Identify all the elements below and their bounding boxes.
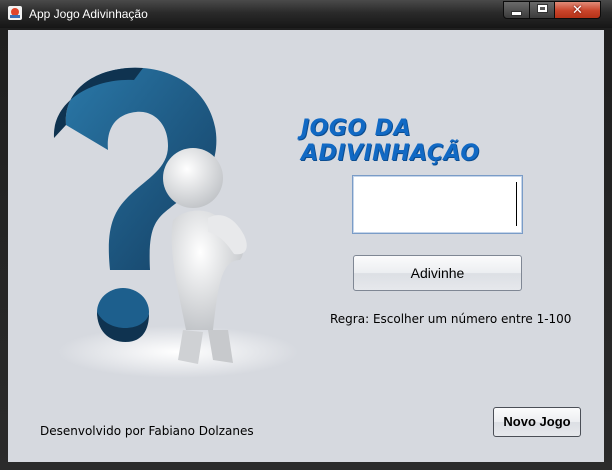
maximize-button[interactable] — [529, 1, 555, 19]
client-area: JOGO DA ADIVINHAÇÃO Adivinhe Regra: Esco… — [8, 30, 604, 462]
minimize-button[interactable] — [503, 1, 530, 19]
java-app-icon — [8, 6, 22, 20]
text-caret — [516, 182, 517, 226]
guess-button[interactable]: Adivinhe — [353, 255, 522, 291]
game-title: JOGO DA ADIVINHAÇÃO — [301, 116, 480, 166]
developer-credit: Desenvolvido por Fabiano Dolzanes — [40, 424, 254, 438]
minimize-icon — [511, 11, 522, 16]
close-icon: ✕ — [572, 3, 583, 18]
title-bar[interactable]: App Jogo Adivinhação ✕ — [0, 0, 612, 28]
rule-text: Regra: Escolher um número entre 1-100 — [330, 312, 572, 326]
maximize-icon — [536, 4, 548, 13]
floor-shadow — [58, 326, 298, 378]
thinking-person-question-mark-illustration — [53, 67, 298, 378]
app-window: App Jogo Adivinhação ✕ JOGO DA ADIVINHAÇ… — [0, 0, 612, 470]
close-button[interactable]: ✕ — [554, 1, 601, 19]
window-title: App Jogo Adivinhação — [29, 7, 148, 21]
new-game-button[interactable]: Novo Jogo — [493, 407, 581, 437]
guess-input[interactable] — [352, 175, 523, 234]
